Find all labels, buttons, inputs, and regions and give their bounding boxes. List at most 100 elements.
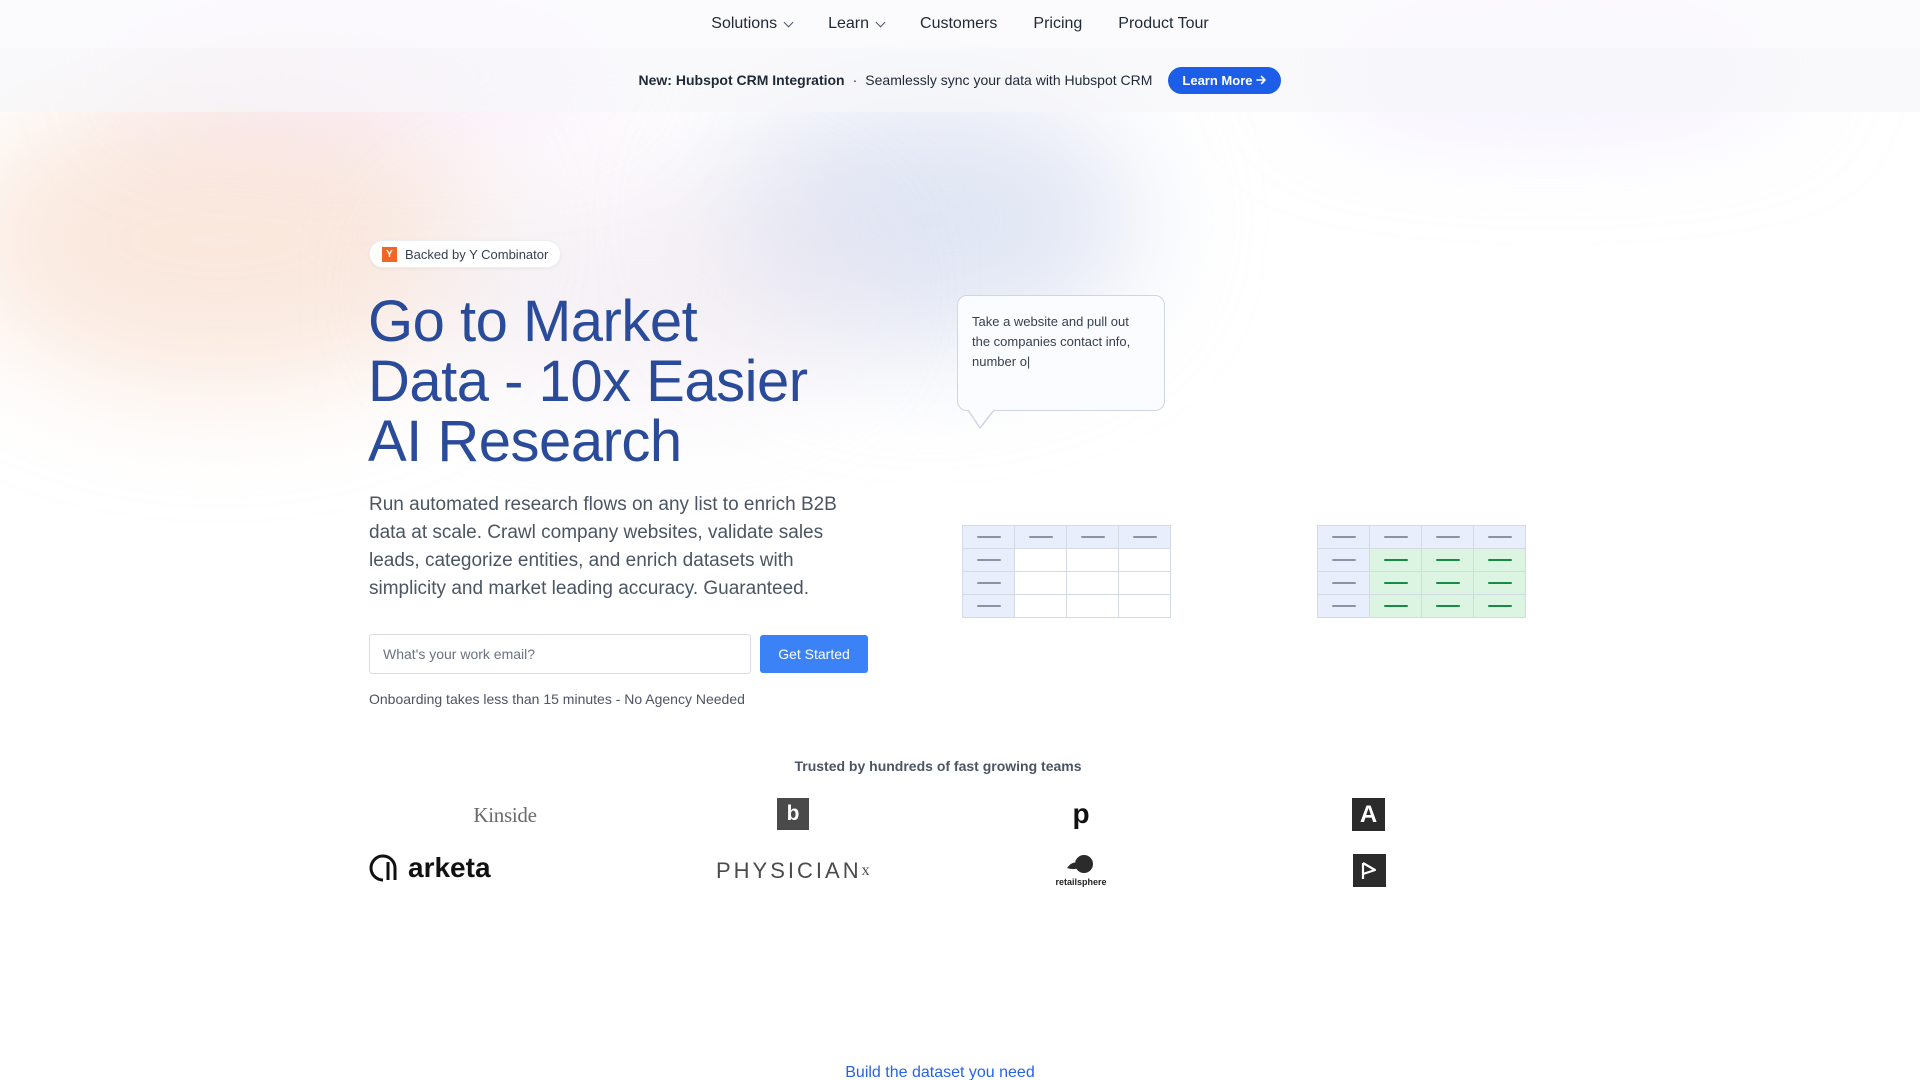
physician-x-logo: PHYSICIAN x bbox=[716, 856, 870, 886]
next-section-heading: Build the dataset you need bbox=[845, 1064, 1035, 1080]
placeholder-dash bbox=[1028, 535, 1053, 539]
grid-cell bbox=[1014, 548, 1067, 572]
arketa-mark-icon bbox=[369, 854, 397, 882]
hero-headline: Go to Market Data - 10x Easier AI Resear… bbox=[368, 292, 888, 472]
chevron-down-icon bbox=[875, 17, 886, 27]
placeholder-dash bbox=[1435, 535, 1460, 539]
headline-line-3: AI Research bbox=[368, 409, 682, 474]
y-combinator-logo: Y bbox=[382, 246, 397, 262]
placeholder-dash bbox=[1383, 535, 1408, 539]
grid-row bbox=[962, 594, 1171, 618]
grid-cell bbox=[1421, 525, 1474, 549]
grid-row bbox=[962, 525, 1171, 549]
a-logo: A bbox=[1352, 798, 1385, 831]
grid-cell bbox=[1014, 525, 1067, 549]
top-navigation: Solutions Learn Customers Pricing Produc… bbox=[0, 0, 1920, 48]
placeholder-dash bbox=[1080, 535, 1105, 539]
nav-solutions-label: Solutions bbox=[711, 15, 778, 32]
filled-dash bbox=[1435, 604, 1460, 608]
placeholder-dash bbox=[1331, 558, 1356, 562]
placeholder-dash bbox=[1331, 535, 1356, 539]
t-mark-icon bbox=[1361, 862, 1377, 879]
retailsphere-mark-icon bbox=[1067, 854, 1093, 873]
arrow-right-icon bbox=[1256, 75, 1267, 85]
placeholder-dash bbox=[976, 535, 1001, 539]
grid-row bbox=[1317, 548, 1526, 572]
placeholder-dash bbox=[1132, 535, 1157, 539]
banner-text: Seamlessly sync your data with Hubspot C… bbox=[865, 72, 1153, 88]
physician-wordmark: PHYSICIAN bbox=[716, 858, 862, 883]
p-logo: p bbox=[1072, 798, 1090, 829]
hero-subtext: Run automated research flows on any list… bbox=[369, 494, 837, 599]
grid-cell bbox=[1014, 594, 1067, 618]
retailsphere-wordmark: retailsphere bbox=[1055, 876, 1107, 887]
prompt-text: Take a website and pull out the companie… bbox=[972, 314, 1131, 369]
filled-dash bbox=[1487, 558, 1512, 562]
chevron-down-icon bbox=[783, 17, 794, 27]
filled-dash bbox=[1435, 558, 1460, 562]
placeholder-dash bbox=[1331, 581, 1356, 585]
grid-cell bbox=[962, 594, 1015, 618]
yc-badge: Y Backed by Y Combinator bbox=[369, 240, 562, 268]
grid-cell bbox=[1118, 525, 1171, 549]
placeholder-dash bbox=[1487, 535, 1512, 539]
headline-line-1: Go to Market bbox=[368, 289, 698, 354]
enriched-data-grid bbox=[1317, 525, 1526, 618]
grid-cell bbox=[1369, 594, 1422, 618]
filled-dash bbox=[1435, 581, 1460, 585]
arketa-wordmark: arketa bbox=[408, 852, 491, 883]
grid-row bbox=[1317, 525, 1526, 549]
learn-more-button[interactable]: Learn More bbox=[1168, 66, 1282, 94]
grid-cell bbox=[1066, 525, 1119, 549]
grid-cell bbox=[1421, 594, 1474, 618]
kinside-logo: Kinside bbox=[473, 802, 537, 827]
grid-cell bbox=[1473, 594, 1526, 618]
nav-pricing[interactable]: Pricing bbox=[1033, 15, 1082, 33]
nav-learn[interactable]: Learn bbox=[828, 15, 886, 33]
grid-cell bbox=[1066, 571, 1119, 595]
grid-cell bbox=[1473, 571, 1526, 595]
get-started-button[interactable]: Get Started bbox=[760, 635, 868, 673]
grid-cell bbox=[962, 525, 1015, 549]
learn-more-label: Learn More bbox=[1182, 72, 1253, 88]
placeholder-dash bbox=[976, 558, 1001, 562]
grid-cell bbox=[1473, 548, 1526, 572]
grid-cell bbox=[962, 571, 1015, 595]
arketa-logo: arketa bbox=[368, 852, 491, 884]
grid-cell bbox=[1369, 548, 1422, 572]
grid-cell bbox=[1317, 525, 1370, 549]
filled-dash bbox=[1383, 604, 1408, 608]
grid-cell bbox=[1118, 548, 1171, 572]
banner-separator: · bbox=[852, 72, 858, 88]
filled-dash bbox=[1487, 581, 1512, 585]
grid-cell bbox=[1421, 548, 1474, 572]
grid-cell bbox=[1317, 594, 1370, 618]
grid-cell bbox=[1317, 571, 1370, 595]
t-logo bbox=[1353, 854, 1386, 887]
nav-customers[interactable]: Customers bbox=[920, 15, 997, 33]
nav-product-tour[interactable]: Product Tour bbox=[1118, 15, 1208, 33]
grid-cell bbox=[1369, 525, 1422, 549]
nav-solutions[interactable]: Solutions bbox=[711, 15, 794, 33]
nav-learn-label: Learn bbox=[828, 15, 870, 32]
empty-data-grid bbox=[962, 525, 1171, 618]
email-field[interactable] bbox=[369, 634, 751, 674]
grid-cell bbox=[1118, 571, 1171, 595]
grid-row bbox=[962, 571, 1171, 595]
nav-product-tour-label: Product Tour bbox=[1118, 15, 1209, 32]
prompt-bubble: Take a website and pull out the companie… bbox=[957, 295, 1165, 411]
grid-cell bbox=[1473, 525, 1526, 549]
filled-dash bbox=[1383, 581, 1408, 585]
placeholder-dash bbox=[1331, 604, 1356, 608]
announcement-banner: New: Hubspot CRM Integration · Seamlessl… bbox=[0, 48, 1920, 112]
filled-dash bbox=[1383, 558, 1408, 562]
yc-badge-text: Backed by Y Combinator bbox=[405, 246, 549, 262]
placeholder-dash bbox=[976, 581, 1001, 585]
grid-cell bbox=[1369, 571, 1422, 595]
grid-row bbox=[1317, 594, 1526, 618]
filled-dash bbox=[1487, 604, 1512, 608]
grid-cell bbox=[1317, 548, 1370, 572]
b-logo: b bbox=[777, 798, 809, 830]
nav-pricing-label: Pricing bbox=[1033, 15, 1083, 32]
grid-cell bbox=[1066, 548, 1119, 572]
